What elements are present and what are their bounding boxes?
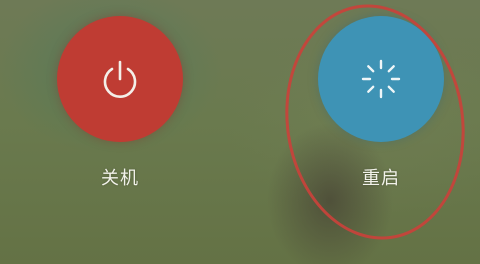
power-menu-screen: 关机 重启 bbox=[0, 0, 480, 264]
power-icon bbox=[98, 57, 142, 101]
poweroff-label: 关机 bbox=[101, 168, 139, 189]
restart-label: 重启 bbox=[362, 168, 400, 189]
loading-spinner-icon bbox=[359, 57, 403, 101]
poweroff-button[interactable] bbox=[57, 16, 183, 142]
restart-button[interactable] bbox=[318, 16, 444, 142]
